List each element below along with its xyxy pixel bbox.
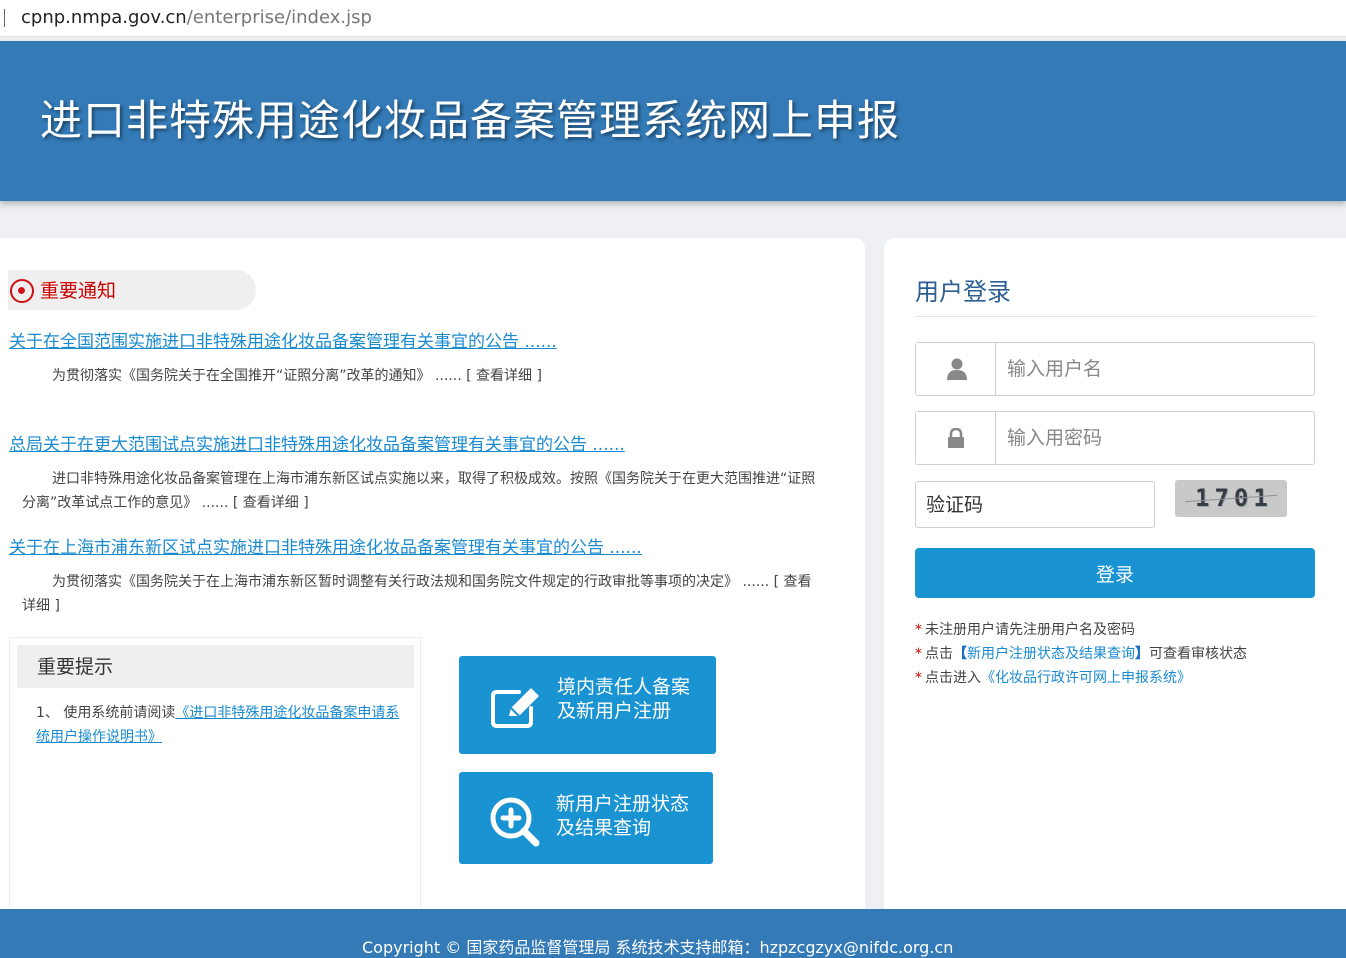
register-button-line2: 及新用户注册	[557, 700, 672, 722]
tip-item-text: 1、 使用系统前请阅读	[36, 705, 176, 721]
text-cursor	[4, 9, 5, 27]
notice-section-title: 重要通知	[40, 280, 117, 302]
zoom-in-icon	[490, 797, 540, 847]
notice-summary-text: 进口非特殊用途化妆品备案管理在上海市浦东新区试点实施以来，取得了积极成效。按照《…	[22, 471, 816, 511]
target-icon	[10, 279, 34, 303]
url-path: /enterprise/index.jsp	[186, 7, 372, 28]
notice-summary-text: 为贯彻落实《国务院关于在全国推开“证照分离”改革的通知》 ......	[52, 368, 462, 384]
notice-link-2[interactable]: 总局关于在更大范围试点实施进口非特殊用途化妆品备案管理有关事宜的公告 .....…	[9, 434, 625, 456]
note-text: 未注册用户请先注册用户名及密码	[925, 622, 1135, 638]
login-note-system: * 点击进入《化妆品行政许可网上申报系统》	[915, 668, 1191, 688]
url-text[interactable]: cpnp.nmpa.gov.cn/enterprise/index.jsp	[21, 7, 372, 29]
status-button-line2: 及结果查询	[556, 817, 652, 839]
login-note-status: * 点击【新用户注册状态及结果查询】可查看审核状态	[915, 644, 1247, 664]
username-field	[915, 342, 1315, 396]
user-icon	[947, 358, 967, 380]
register-button-line1: 境内责任人备案	[557, 676, 691, 698]
bracket-close: 】	[1135, 646, 1149, 662]
note-text: 点击进入	[925, 670, 981, 686]
registration-status-link[interactable]: 新用户注册状态及结果查询	[967, 646, 1135, 662]
login-title: 用户登录	[915, 278, 1011, 306]
captcha-field	[915, 481, 1155, 528]
notice-summary-2: 进口非特殊用途化妆品备案管理在上海市浦东新区试点实施以来，取得了积极成效。按照《…	[22, 467, 822, 515]
edit-icon	[491, 688, 539, 728]
required-star: *	[915, 622, 922, 638]
required-star: *	[915, 670, 922, 686]
notice-link-1[interactable]: 关于在全国范围实施进口非特殊用途化妆品备案管理有关事宜的公告 ......	[9, 331, 557, 353]
password-input[interactable]	[997, 412, 1313, 464]
address-bar[interactable]: cpnp.nmpa.gov.cn/enterprise/index.jsp	[0, 0, 1346, 37]
lock-icon	[948, 428, 964, 448]
url-host: cpnp.nmpa.gov.cn	[21, 7, 187, 28]
status-button-line1: 新用户注册状态	[556, 793, 690, 815]
view-details-link[interactable]: [ 查看详细 ]	[233, 495, 309, 511]
tip-item: 1、 使用系统前请阅读《进口非特殊用途化妆品备案申请系统用户操作说明书》	[36, 701, 406, 749]
required-star: *	[915, 646, 922, 662]
login-note-register: * 未注册用户请先注册用户名及密码	[915, 620, 1135, 640]
login-button[interactable]: 登录	[915, 548, 1315, 598]
username-addon	[916, 343, 996, 395]
captcha-image[interactable]: 1701	[1175, 480, 1287, 517]
username-input[interactable]	[997, 343, 1313, 395]
password-addon	[916, 412, 996, 464]
notice-summary-text: 为贯彻落实《国务院关于在上海市浦东新区暂时调整有关行政法规和国务院文件规定的行政…	[52, 574, 770, 590]
captcha-input[interactable]	[916, 482, 1154, 527]
login-divider	[915, 316, 1315, 317]
site-title: 进口非特殊用途化妆品备案管理系统网上申报	[40, 96, 901, 145]
notice-link-3[interactable]: 关于在上海市浦东新区试点实施进口非特殊用途化妆品备案管理有关事宜的公告 ....…	[9, 537, 642, 559]
note-text: 可查看审核状态	[1149, 646, 1247, 662]
registration-status-button[interactable]: 新用户注册状态 及结果查询	[459, 772, 713, 864]
password-field	[915, 411, 1315, 465]
notice-summary-1: 为贯彻落实《国务院关于在全国推开“证照分离”改革的通知》 ...... [ 查看…	[22, 364, 822, 388]
site-footer: Copyright © 国家药品监督管理局 系统技术支持邮箱：hzpzcgzyx…	[0, 909, 1346, 958]
view-details-link[interactable]: [ 查看详细 ]	[466, 368, 542, 384]
bracket-open: 【	[953, 646, 967, 662]
register-button[interactable]: 境内责任人备案 及新用户注册	[459, 656, 716, 754]
site-header: 进口非特殊用途化妆品备案管理系统网上申报	[0, 41, 1346, 201]
licensing-system-link[interactable]: 《化妆品行政许可网上申报系统》	[981, 670, 1191, 686]
note-text: 点击	[925, 646, 953, 662]
copyright-text: Copyright © 国家药品监督管理局 系统技术支持邮箱：hzpzcgzyx…	[362, 938, 954, 957]
tips-header: 重要提示	[17, 645, 414, 688]
notice-summary-3: 为贯彻落实《国务院关于在上海市浦东新区暂时调整有关行政法规和国务院文件规定的行政…	[22, 570, 822, 618]
tips-title: 重要提示	[37, 656, 114, 678]
